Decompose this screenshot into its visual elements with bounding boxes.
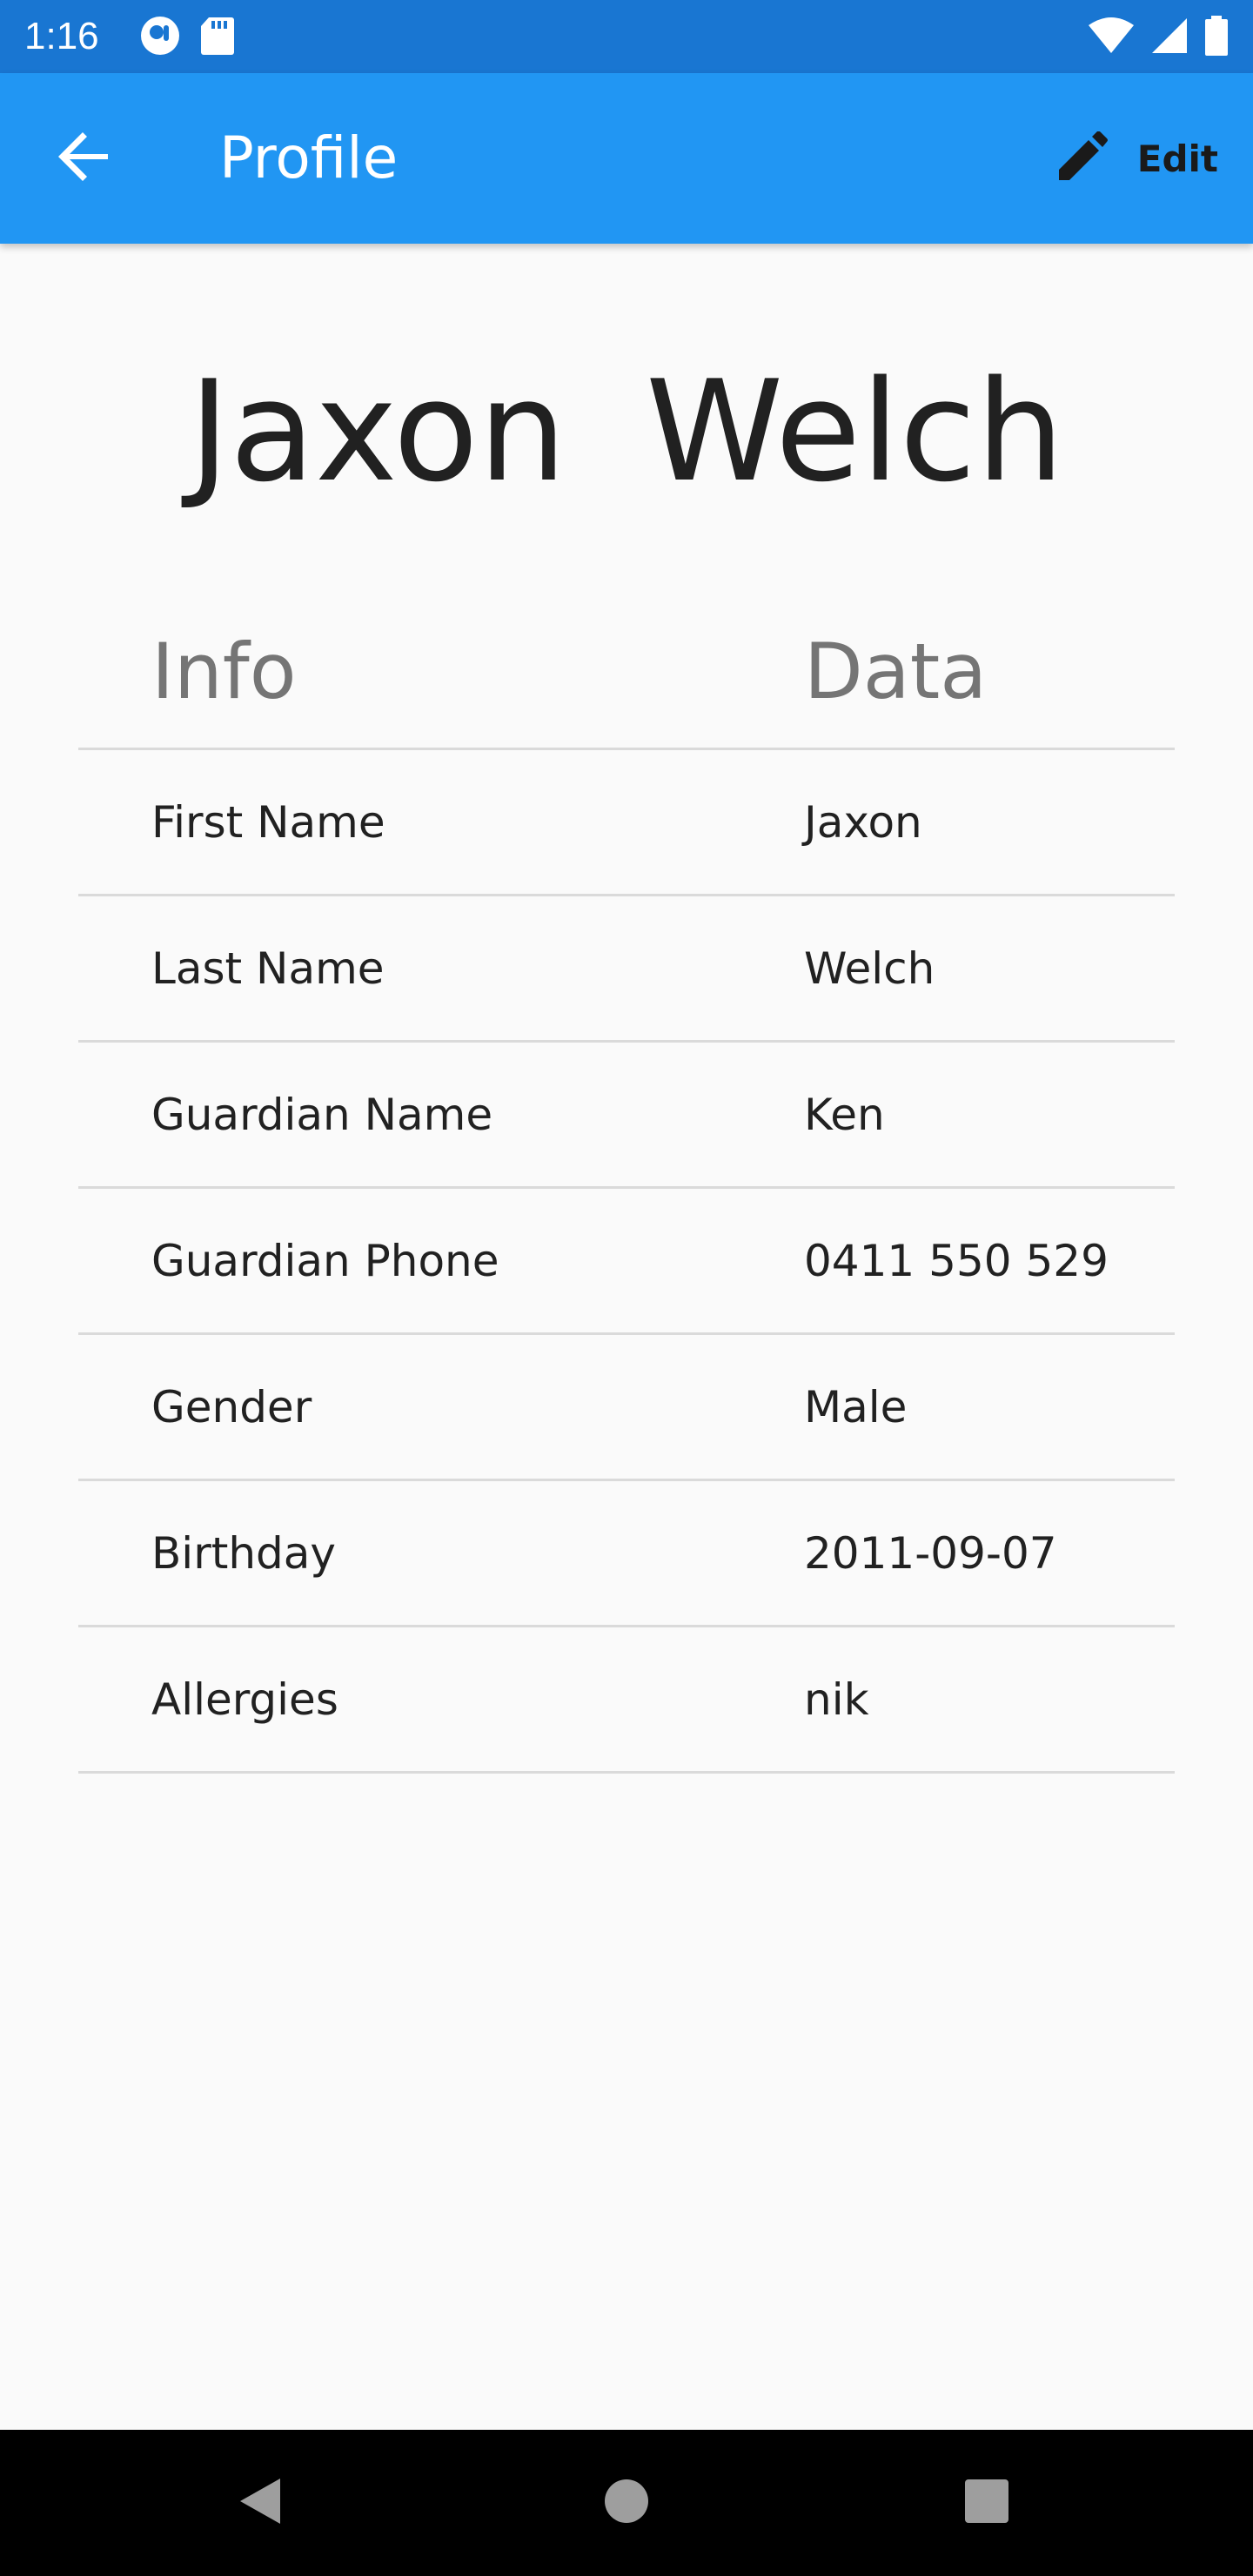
row-value: nik	[804, 1674, 869, 1725]
row-value: Jaxon	[804, 796, 922, 848]
profile-name-heading: Jaxon Welch	[0, 345, 1253, 519]
pencil-icon	[1057, 131, 1108, 185]
signal-icon	[1150, 17, 1189, 58]
back-triangle-icon	[235, 2475, 287, 2531]
row-label: Birthday	[151, 1527, 337, 1579]
status-right-icons	[1088, 16, 1229, 59]
battery-icon	[1204, 16, 1229, 59]
app-bar: Profile Edit	[0, 73, 1253, 244]
header-info: Info	[151, 627, 297, 716]
edit-button[interactable]: Edit	[1057, 118, 1218, 198]
nav-recents-button[interactable]	[943, 2459, 1030, 2546]
row-label: Allergies	[151, 1674, 338, 1725]
arrow-back-icon	[57, 129, 113, 188]
sd-card-icon	[200, 16, 235, 59]
table-row-guardian-name: Guardian Name Ken	[78, 1043, 1175, 1189]
wifi-icon	[1088, 17, 1135, 58]
row-value: 2011-09-07	[804, 1527, 1057, 1579]
profile-last-name: Welch	[646, 350, 1065, 513]
header-data: Data	[804, 627, 988, 716]
row-value: Ken	[804, 1089, 885, 1140]
row-label: Gender	[151, 1381, 312, 1432]
row-value: Welch	[804, 943, 935, 994]
back-button[interactable]	[37, 110, 134, 207]
profile-screen: 1:16 Profile Edit Jaxon Welch Info Data …	[0, 0, 1253, 2576]
status-time: 1:16	[24, 15, 99, 57]
row-value: 0411 550 529	[804, 1235, 1109, 1286]
status-bar: 1:16	[0, 0, 1253, 73]
edit-label: Edit	[1136, 137, 1218, 180]
table-row-first-name: First Name Jaxon	[78, 750, 1175, 896]
row-label: Guardian Name	[151, 1089, 493, 1140]
row-value: Male	[804, 1381, 908, 1432]
nav-home-button[interactable]	[583, 2459, 670, 2546]
record-icon	[139, 15, 181, 60]
row-label: Guardian Phone	[151, 1235, 499, 1286]
nav-back-button[interactable]	[218, 2459, 305, 2546]
row-label: First Name	[151, 796, 385, 848]
table-row-birthday: Birthday 2011-09-07	[78, 1481, 1175, 1627]
row-label: Last Name	[151, 943, 385, 994]
system-nav-bar	[0, 2430, 1253, 2576]
table-row-gender: Gender Male	[78, 1335, 1175, 1481]
profile-first-name: Jaxon	[188, 350, 567, 513]
table-row-allergies: Allergies nik	[78, 1627, 1175, 1774]
page-title: Profile	[219, 124, 399, 191]
table-row-last-name: Last Name Welch	[78, 896, 1175, 1043]
table-header-row: Info Data	[78, 592, 1175, 750]
recents-square-icon	[961, 2475, 1013, 2531]
status-left-icons	[139, 16, 235, 59]
profile-info-table: Info Data First Name Jaxon Last Name Wel…	[78, 592, 1175, 1774]
home-circle-icon	[600, 2475, 653, 2531]
table-row-guardian-phone: Guardian Phone 0411 550 529	[78, 1189, 1175, 1335]
